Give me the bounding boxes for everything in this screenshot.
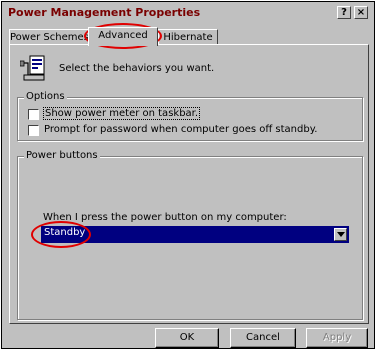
power-button-prompt: When I press the power button on my comp…: [43, 212, 287, 223]
tab-hibernate[interactable]: Hibernate: [158, 29, 218, 45]
dropdown-arrow-icon[interactable]: [334, 228, 347, 241]
password-label[interactable]: Prompt for password when computer goes o…: [44, 124, 317, 135]
ok-button[interactable]: OK: [155, 328, 219, 348]
advanced-tab-panel: Select the behaviors you want. Options S…: [9, 44, 369, 324]
power-management-window: Power Management Properties ? × Power Sc…: [1, 1, 375, 349]
close-button[interactable]: ×: [354, 6, 368, 19]
intro-text: Select the behaviors you want.: [59, 63, 215, 74]
help-button[interactable]: ?: [337, 6, 351, 19]
password-checkbox[interactable]: [28, 125, 39, 136]
power-buttons-group-label: Power buttons: [24, 150, 100, 161]
show-meter-checkbox[interactable]: [28, 109, 39, 120]
power-settings-icon: [19, 53, 50, 83]
cancel-button[interactable]: Cancel: [230, 328, 296, 348]
tab-advanced[interactable]: Advanced: [88, 27, 158, 46]
tab-power-schemes[interactable]: Power Schemes: [9, 29, 89, 45]
options-group: Options Show power meter on taskbar. Pro…: [17, 91, 363, 141]
apply-button[interactable]: Apply: [306, 328, 368, 348]
power-button-action-value: Standby: [44, 227, 86, 238]
window-title: Power Management Properties: [8, 6, 201, 19]
show-meter-label[interactable]: Show power meter on taskbar.: [42, 107, 201, 120]
power-button-action-select[interactable]: Standby: [41, 226, 349, 243]
options-group-label: Options: [24, 91, 67, 102]
title-bar[interactable]: Power Management Properties ? ×: [4, 4, 372, 22]
